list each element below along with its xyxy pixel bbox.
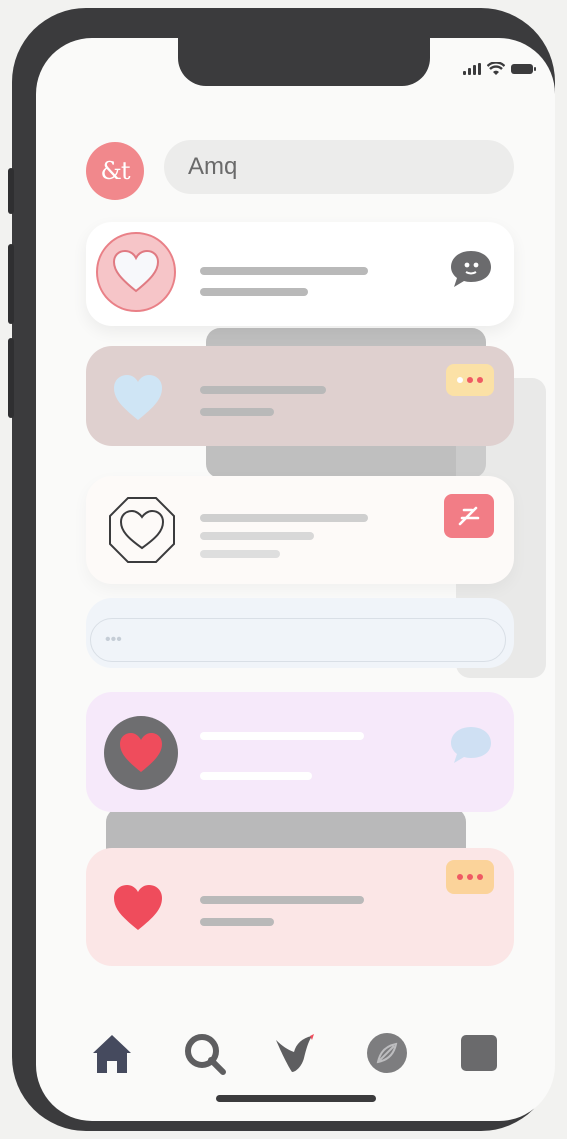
status-bar [463,62,536,76]
message-input-placeholder: ••• [105,631,122,648]
message-line [200,550,280,558]
heart-blue-icon [114,375,162,420]
message-line [200,267,368,275]
composer: ••• [86,598,514,668]
heart-outline-icon [96,232,176,312]
volume-down-button [8,338,14,418]
home-icon [92,1035,131,1073]
message-card-1[interactable] [86,222,514,326]
search-text: Amq [188,153,238,180]
tab-bird[interactable] [272,1030,318,1076]
heart-octagon-icon [109,497,175,563]
message-line [200,408,274,416]
more-dots-icon[interactable] [446,860,494,894]
mute-switch [8,168,14,214]
tab-leaf[interactable] [364,1030,410,1076]
chat-bubble-icon[interactable] [448,724,494,766]
home-indicator[interactable] [216,1095,376,1102]
square-icon [461,1035,498,1071]
message-line [200,288,308,296]
tab-bar [36,1013,555,1093]
message-input[interactable]: ••• [90,618,506,662]
message-line [200,918,274,926]
message-line [200,772,312,780]
message-card-4[interactable] [86,692,514,812]
heart-red-icon [114,885,162,930]
edit-icon[interactable] [444,494,494,538]
volume-up-button [8,244,14,324]
message-line [200,532,314,540]
heart-red-icon [104,716,178,790]
avatar-initials: &t [100,157,130,185]
message-line [200,514,368,522]
message-card-3[interactable] [86,476,514,584]
phone-frame: &t Amq ••• [8,8,555,1131]
battery-icon [511,64,536,74]
leaf-icon [367,1033,408,1073]
message-card-2[interactable] [86,346,514,446]
signal-icon [463,63,481,75]
chat-bubble-icon[interactable] [448,248,494,290]
bird-icon [276,1034,315,1072]
message-line [200,896,364,904]
more-dots-icon[interactable] [446,364,494,396]
search-input[interactable]: Amq [164,140,514,194]
message-card-5[interactable] [86,848,514,966]
search-icon [184,1034,226,1075]
tab-home[interactable] [89,1030,135,1076]
screen: &t Amq ••• [36,38,555,1121]
notch [178,38,430,86]
tab-profile[interactable] [456,1030,502,1076]
message-line [200,386,326,394]
message-line [200,732,364,740]
wifi-icon [487,62,505,75]
tab-search[interactable] [181,1030,227,1076]
profile-avatar[interactable]: &t [86,142,144,200]
